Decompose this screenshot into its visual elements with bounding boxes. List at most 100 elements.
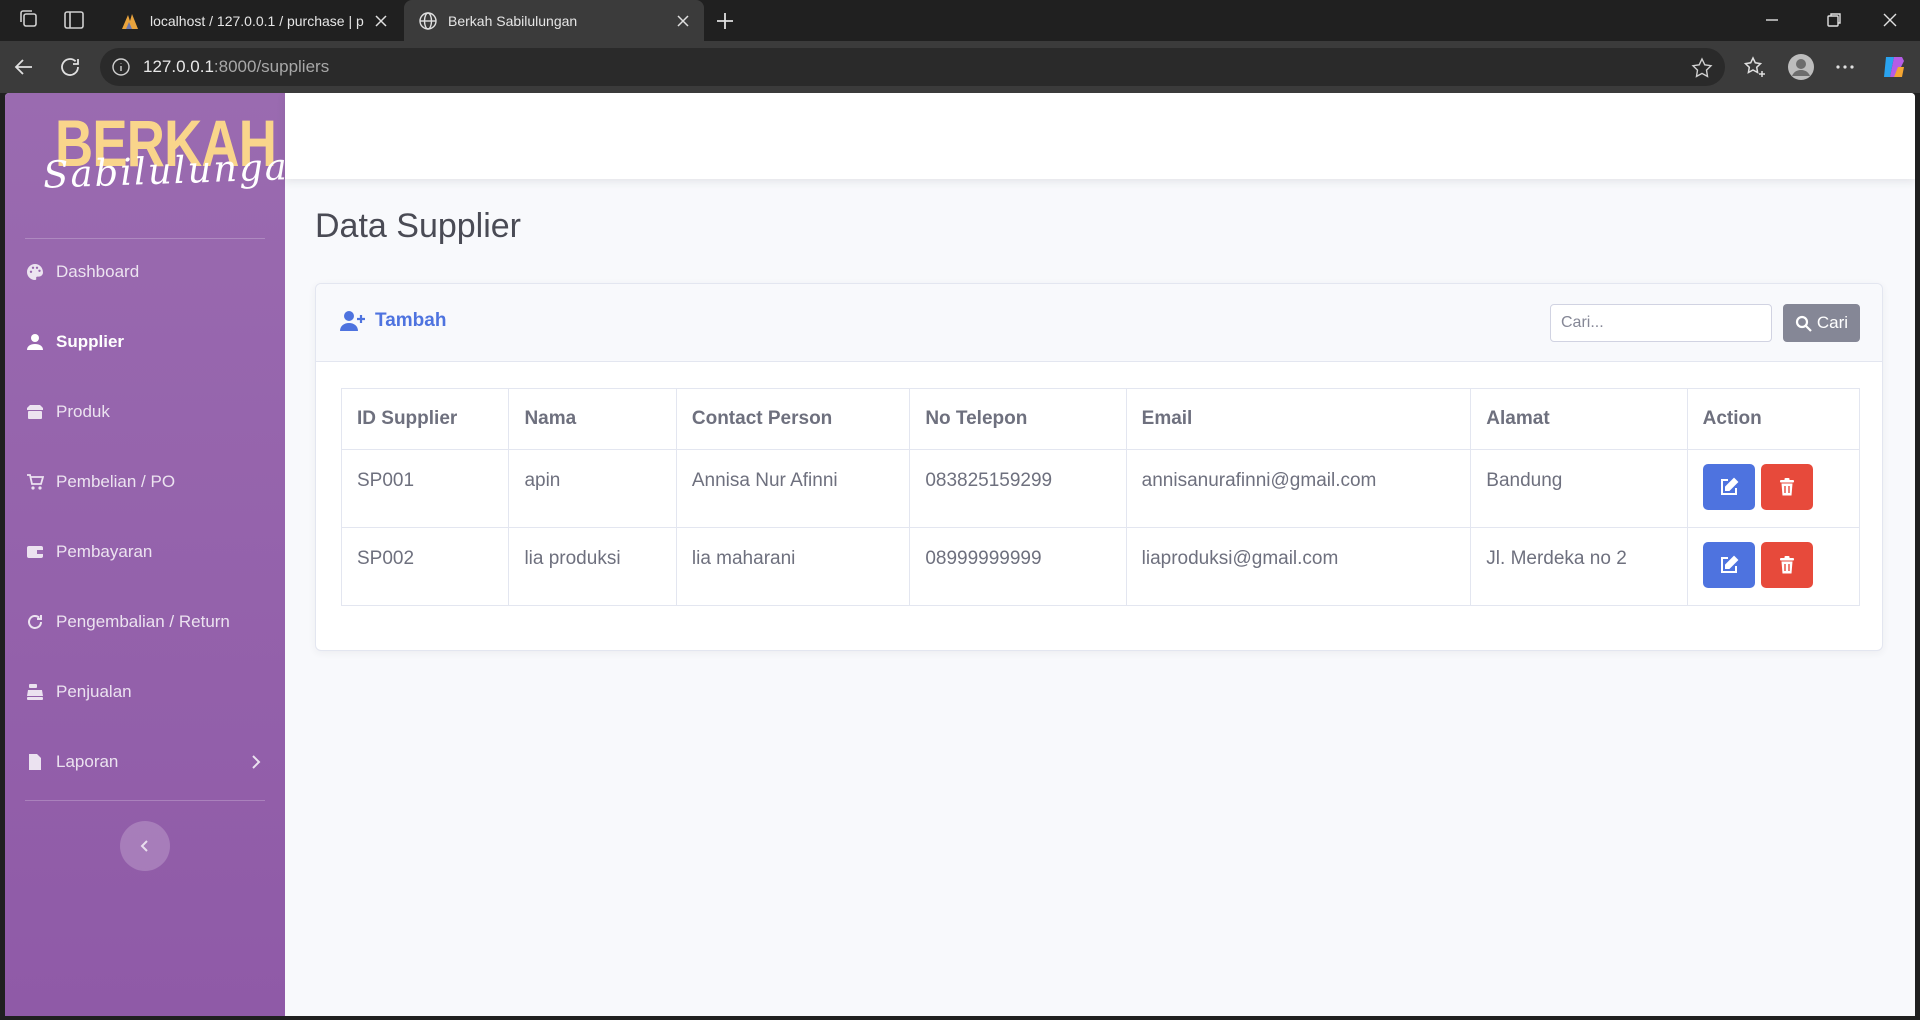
cash-register-icon	[27, 684, 43, 700]
workspaces-icon[interactable]	[18, 8, 42, 32]
close-tab-icon[interactable]	[374, 14, 388, 28]
table-row: SP001 apin Annisa Nur Afinni 08382515929…	[340, 449, 1861, 528]
brand-logo[interactable]: BERKAH Sabilulungan	[25, 103, 315, 213]
trash-icon	[1779, 556, 1794, 574]
cell-nama: apin	[508, 449, 677, 528]
url-path: :8000/suppliers	[213, 57, 330, 76]
site-info-icon[interactable]	[111, 57, 131, 77]
edit-button[interactable]	[1702, 464, 1755, 510]
cell-id: SP002	[340, 527, 510, 606]
trash-icon	[1779, 478, 1794, 496]
tab-actions-icon[interactable]	[62, 8, 86, 32]
minimize-icon[interactable]	[1762, 10, 1782, 30]
new-tab-icon[interactable]	[712, 8, 738, 34]
favorite-star-icon[interactable]	[1691, 57, 1713, 79]
sidebar-item-label: Dashboard	[56, 262, 140, 281]
tab-berkah[interactable]: Berkah Sabilulungan	[404, 0, 704, 41]
column-header: Email	[1125, 388, 1472, 450]
tab-phpmyadmin[interactable]: localhost / 127.0.0.1 / purchase | phpMy…	[106, 0, 402, 41]
column-header: No Telepon	[909, 388, 1127, 450]
delete-button[interactable]	[1760, 464, 1813, 510]
web-page: BERKAH Sabilulungan Dashboard Supplier P…	[5, 93, 1915, 1016]
sidebar-item-pembayaran[interactable]: Pembayaran	[5, 532, 285, 572]
cell-email: liaproduksi@gmail.com	[1125, 527, 1472, 606]
edit-icon	[1720, 477, 1739, 495]
search-icon	[1795, 315, 1812, 332]
favorites-icon[interactable]	[1743, 55, 1767, 79]
edit-icon	[1720, 555, 1739, 573]
file-icon	[29, 754, 41, 770]
supplier-card: Tambah Cari ID Supplier Nama Contact Per…	[315, 283, 1883, 651]
cell-action	[1686, 527, 1861, 606]
back-arrow-icon[interactable]	[12, 55, 36, 79]
edit-button[interactable]	[1702, 542, 1755, 588]
browser-toolbar: 127.0.0.1:8000/suppliers	[0, 41, 1920, 93]
address-bar[interactable]: 127.0.0.1:8000/suppliers	[100, 48, 1725, 86]
sidebar-item-supplier[interactable]: Supplier	[5, 322, 285, 362]
search-button[interactable]: Cari	[1783, 304, 1860, 342]
sidebar-item-label: Produk	[56, 402, 110, 421]
url-text: 127.0.0.1:8000/suppliers	[143, 57, 329, 77]
brand-script-text: Sabilulungan	[42, 144, 316, 197]
sidebar-item-label: Laporan	[56, 752, 119, 771]
close-tab-icon[interactable]	[676, 14, 690, 28]
column-header: Contact Person	[675, 388, 911, 450]
cell-phone: 08999999999	[909, 527, 1127, 606]
search-label: Cari	[1816, 313, 1849, 332]
cell-action	[1686, 449, 1861, 528]
column-header: Nama	[508, 388, 677, 450]
chevron-right-icon	[252, 755, 261, 769]
page-title: Data Supplier	[315, 207, 522, 245]
cart-icon	[27, 474, 44, 490]
card-header: Tambah Cari	[316, 284, 1882, 362]
table-row: SP002 lia produksi lia maharani 08999999…	[340, 527, 1861, 606]
cell-email: annisanurafinni@gmail.com	[1125, 449, 1472, 528]
cell-id: SP001	[340, 449, 510, 528]
refresh-icon	[28, 615, 42, 629]
topbar	[285, 93, 1915, 179]
sidebar-item-penjualan[interactable]: Penjualan	[5, 672, 285, 712]
search-input[interactable]	[1550, 304, 1772, 342]
sidebar-item-pengembalian[interactable]: Pengembalian / Return	[5, 602, 285, 642]
delete-button[interactable]	[1760, 542, 1813, 588]
add-label: Tambah	[375, 310, 447, 331]
cell-phone: 083825159299	[909, 449, 1127, 528]
box-icon	[27, 405, 43, 419]
cell-contact: Annisa Nur Afinni	[675, 449, 911, 528]
sidebar-item-pembelian[interactable]: Pembelian / PO	[5, 462, 285, 502]
sidebar-item-label: Pengembalian / Return	[56, 612, 230, 631]
sidebar-toggle-button[interactable]	[120, 821, 170, 871]
browser-tab-strip: localhost / 127.0.0.1 / purchase | phpMy…	[0, 0, 1920, 41]
reload-icon[interactable]	[58, 55, 82, 79]
tab-title: localhost / 127.0.0.1 / purchase | phpMy…	[150, 12, 364, 29]
column-header: Action	[1686, 388, 1861, 450]
sidebar-item-label: Penjualan	[56, 682, 132, 701]
sidebar: BERKAH Sabilulungan Dashboard Supplier P…	[5, 93, 315, 1016]
supplier-table: ID Supplier Nama Contact Person No Telep…	[340, 388, 1861, 606]
table-header-row: ID Supplier Nama Contact Person No Telep…	[340, 388, 1861, 450]
url-host: 127.0.0.1	[143, 57, 214, 76]
palette-icon	[27, 264, 43, 280]
profile-avatar-icon[interactable]	[1787, 53, 1815, 81]
column-header: ID Supplier	[340, 388, 510, 450]
sidebar-item-produk[interactable]: Produk	[5, 392, 285, 432]
user-plus-icon	[340, 311, 365, 331]
sidebar-item-laporan[interactable]: Laporan	[5, 742, 285, 782]
cell-alamat: Jl. Merdeka no 2	[1470, 527, 1688, 606]
user-icon	[27, 334, 43, 350]
close-window-icon[interactable]	[1880, 10, 1900, 30]
cell-contact: lia maharani	[675, 527, 911, 606]
add-supplier-button[interactable]: Tambah	[340, 310, 446, 332]
chevron-left-icon	[140, 840, 148, 852]
sidebar-item-label: Supplier	[56, 332, 125, 351]
cell-nama: lia produksi	[508, 527, 677, 606]
tab-title: Berkah Sabilulungan	[448, 12, 578, 29]
globe-icon	[419, 11, 437, 30]
restore-icon[interactable]	[1824, 10, 1844, 30]
phpmyadmin-favicon-icon	[122, 13, 138, 29]
sidebar-item-dashboard[interactable]: Dashboard	[5, 252, 285, 292]
sidebar-divider	[25, 238, 265, 239]
wallet-icon	[27, 546, 43, 558]
more-options-icon[interactable]	[1833, 55, 1857, 79]
copilot-icon[interactable]	[1880, 53, 1908, 81]
